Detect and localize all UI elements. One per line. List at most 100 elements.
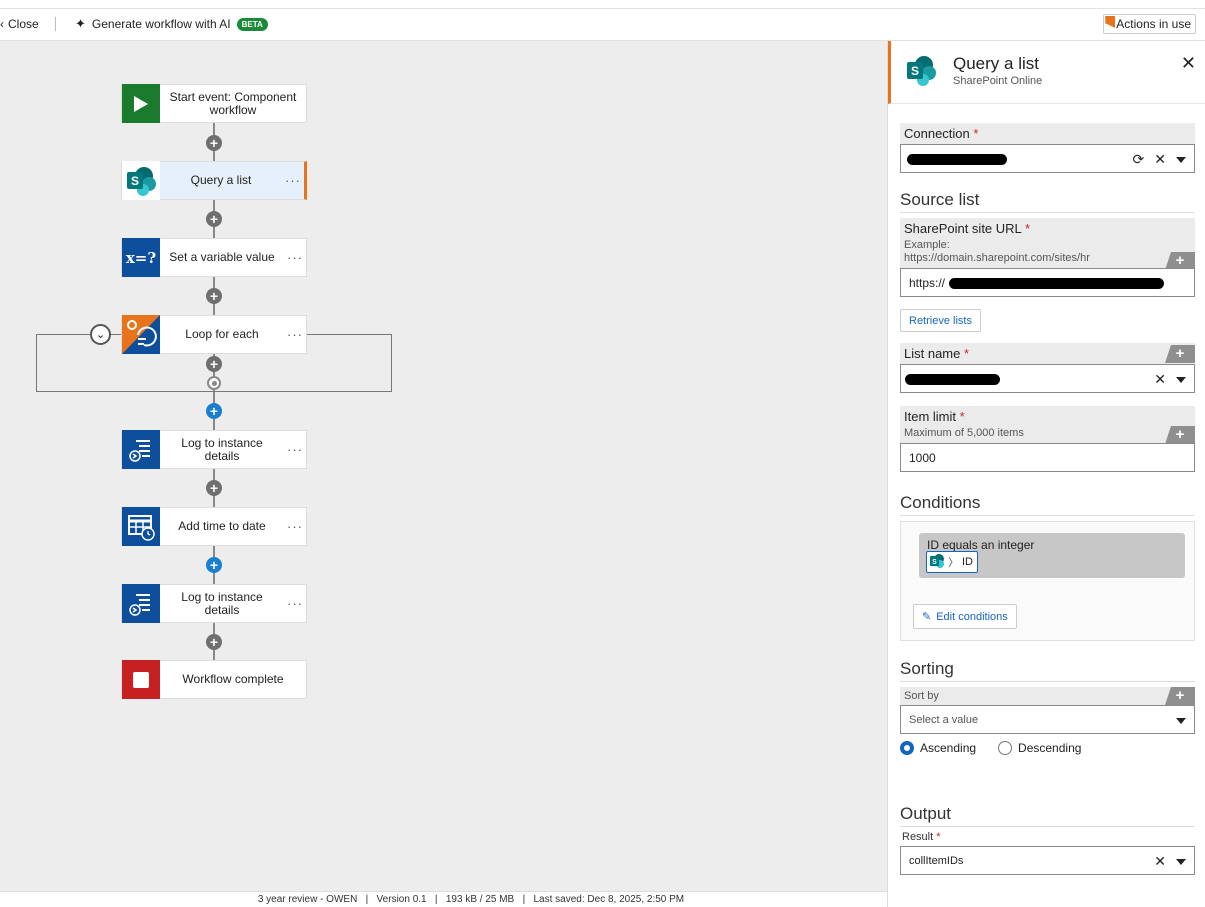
more-options-icon[interactable]: ··· bbox=[284, 250, 306, 265]
workflow-node-add-time-to-date[interactable]: Add time to date ··· bbox=[121, 507, 307, 546]
sort-by-placeholder: Select a value bbox=[909, 713, 979, 726]
more-options-icon[interactable]: ··· bbox=[284, 596, 306, 611]
chevron-left-icon: ‹ bbox=[0, 17, 4, 31]
site-url-label: SharePoint site URL * bbox=[904, 221, 1030, 236]
more-options-icon[interactable]: ··· bbox=[284, 442, 306, 457]
chevron-down-icon[interactable] bbox=[1176, 717, 1186, 724]
site-url-input[interactable]: https:// bbox=[900, 268, 1195, 297]
item-limit-hint: Maximum of 5,000 items bbox=[904, 427, 1024, 439]
edit-conditions-button[interactable]: ✎ Edit conditions bbox=[913, 604, 1017, 629]
redacted-text bbox=[905, 374, 1000, 385]
workflow-node-complete[interactable]: Workflow complete bbox=[121, 660, 307, 699]
sort-order-group: Ascending Descending bbox=[900, 741, 1081, 755]
chip-label: ID bbox=[962, 556, 973, 568]
item-limit-input[interactable]: 1000 bbox=[900, 443, 1195, 472]
result-select[interactable]: collItemIDs ✕ bbox=[900, 846, 1195, 875]
node-label: Log to instance details bbox=[181, 435, 263, 463]
radio-unselected-icon bbox=[998, 741, 1013, 755]
output-heading: Output bbox=[900, 804, 1195, 827]
retrieve-lists-button[interactable]: Retrieve lists bbox=[900, 309, 981, 332]
calendar-icon bbox=[122, 507, 160, 546]
clear-icon[interactable]: ✕ bbox=[1154, 371, 1166, 388]
ascending-radio[interactable]: Ascending bbox=[900, 741, 976, 755]
condition-text: ID equals an integer bbox=[927, 538, 1035, 552]
connection-label: Connection * bbox=[904, 126, 979, 141]
actions-in-use-label: Actions in use bbox=[1116, 17, 1191, 31]
more-options-icon[interactable]: ··· bbox=[284, 519, 306, 534]
log-icon bbox=[122, 584, 160, 623]
workflow-canvas[interactable]: ⌄ + + + + + + + + Start event: Component… bbox=[0, 41, 887, 891]
result-label: Result * bbox=[902, 831, 941, 843]
connection-select[interactable]: ⟳ ✕ bbox=[900, 144, 1195, 173]
descending-radio[interactable]: Descending bbox=[998, 741, 1081, 755]
play-icon bbox=[122, 84, 160, 123]
collapse-loop-icon[interactable]: ⌄ bbox=[90, 324, 111, 345]
site-url-example: https://domain.sharepoint.com/sites/hr bbox=[904, 252, 1090, 264]
chevron-down-icon[interactable] bbox=[1176, 376, 1186, 383]
svg-text:S: S bbox=[932, 559, 937, 566]
node-label: Log to instance details bbox=[181, 589, 263, 617]
sharepoint-icon: S bbox=[929, 553, 945, 572]
add-action-button[interactable]: + bbox=[206, 135, 222, 151]
generate-workflow-label: Generate workflow with AI bbox=[91, 17, 231, 31]
add-action-button[interactable]: + bbox=[206, 288, 222, 304]
flag-icon bbox=[1105, 16, 1116, 28]
add-action-button[interactable]: + bbox=[206, 403, 222, 419]
ascending-label: Ascending bbox=[920, 741, 977, 755]
workflow-node-query-a-list[interactable]: S Query a list ··· bbox=[121, 161, 307, 200]
clear-icon[interactable]: ✕ bbox=[1154, 151, 1166, 168]
retrieve-lists-label: Retrieve lists bbox=[909, 314, 972, 327]
add-action-button[interactable]: + bbox=[206, 557, 222, 573]
list-name-field: List name * + ✕ bbox=[900, 343, 1195, 393]
log-icon bbox=[122, 430, 160, 469]
actions-in-use-button[interactable]: Actions in use bbox=[1103, 14, 1196, 34]
list-name-select[interactable]: ✕ bbox=[900, 364, 1195, 393]
chevron-down-icon[interactable] bbox=[1176, 858, 1186, 865]
add-action-button[interactable]: + bbox=[206, 634, 222, 650]
condition-item[interactable]: ID equals an integer S 〉 ID bbox=[919, 533, 1185, 578]
conditions-container: ID equals an integer S 〉 ID ✎ Edit condi… bbox=[900, 521, 1195, 641]
chevron-down-icon[interactable] bbox=[1176, 156, 1186, 163]
panel-title: Query a list bbox=[953, 54, 1039, 73]
loop-icon bbox=[122, 315, 160, 354]
sort-by-select[interactable]: Select a value bbox=[900, 705, 1195, 734]
close-icon[interactable]: ✕ bbox=[1181, 53, 1196, 74]
toolbar-divider bbox=[55, 17, 56, 31]
descending-label: Descending bbox=[1018, 741, 1082, 755]
site-url-value: https:// bbox=[909, 275, 946, 290]
result-field: Result * collItemIDs ✕ bbox=[900, 831, 1195, 875]
add-action-button[interactable]: + bbox=[206, 480, 222, 496]
node-label: Add time to date bbox=[178, 519, 266, 533]
add-action-button[interactable]: + bbox=[206, 356, 222, 372]
chevron-right-icon: 〉 bbox=[948, 557, 959, 569]
add-action-button[interactable]: + bbox=[206, 211, 222, 227]
generate-workflow-ai-button[interactable]: ✦ Generate workflow with AI BETA bbox=[75, 16, 268, 32]
more-options-icon[interactable]: ··· bbox=[284, 327, 306, 342]
sort-by-label: Sort by bbox=[904, 690, 939, 702]
variable-chip[interactable]: S 〉 ID bbox=[926, 551, 978, 573]
edit-conditions-label: Edit conditions bbox=[936, 610, 1008, 623]
node-label: Loop for each bbox=[185, 327, 259, 341]
sharepoint-icon: S bbox=[122, 161, 160, 200]
workflow-node-loop-for-each[interactable]: Loop for each ··· bbox=[121, 315, 307, 354]
item-limit-label: Item limit * bbox=[904, 409, 965, 424]
clear-icon[interactable]: ✕ bbox=[1154, 853, 1166, 870]
workflow-node-start-event[interactable]: Start event: Component workflow bbox=[121, 84, 307, 123]
sorting-heading: Sorting bbox=[900, 659, 1195, 682]
top-toolbar: ‹ Close ✦ Generate workflow with AI BETA… bbox=[0, 8, 1205, 41]
sparkle-icon: ✦ bbox=[75, 16, 86, 31]
panel-subtitle: SharePoint Online bbox=[953, 75, 1043, 87]
workflow-node-log-instance-details[interactable]: Log to instance details ··· bbox=[121, 430, 307, 469]
refresh-icon[interactable]: ⟳ bbox=[1133, 151, 1145, 168]
stop-icon bbox=[122, 660, 160, 699]
sharepoint-icon: S bbox=[906, 55, 936, 87]
close-button[interactable]: ‹ Close bbox=[0, 17, 39, 31]
workflow-node-log-instance-details-2[interactable]: Log to instance details ··· bbox=[121, 584, 307, 623]
status-bar: 3 year review - OWEN | Version 0.1 | 193… bbox=[0, 891, 887, 907]
workflow-node-set-variable[interactable]: x=? Set a variable value ··· bbox=[121, 238, 307, 277]
more-options-icon[interactable]: ··· bbox=[282, 173, 304, 188]
beta-badge: BETA bbox=[236, 17, 268, 31]
source-list-heading: Source list bbox=[900, 190, 1195, 213]
node-label: Query a list bbox=[190, 173, 252, 187]
sort-by-field: Sort by + Select a value bbox=[900, 687, 1195, 734]
